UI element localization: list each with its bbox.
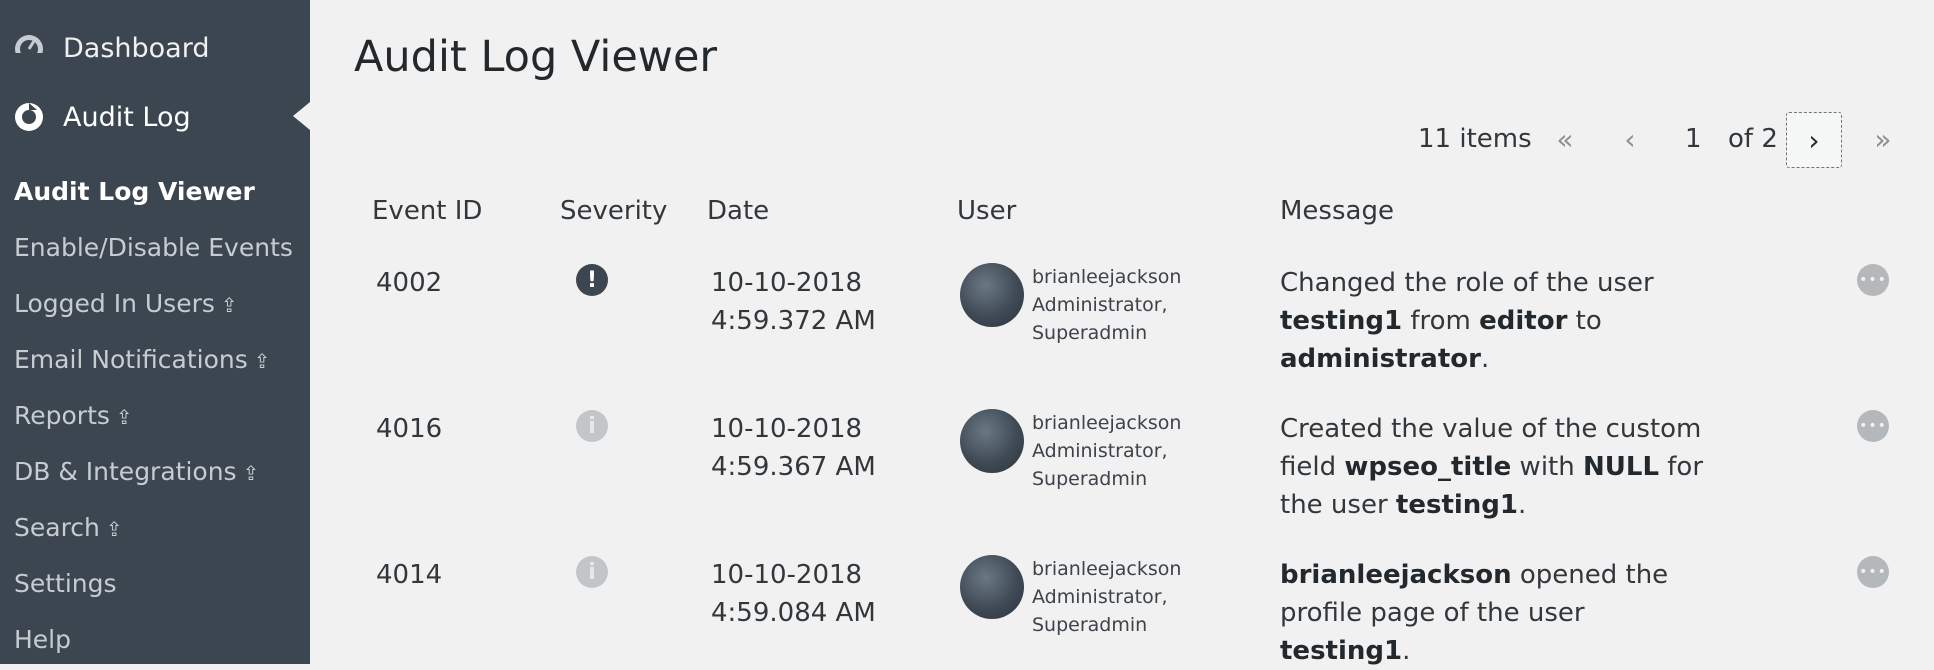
message-highlight: administrator [1280,344,1481,374]
total-pages: of 2 [1728,124,1778,154]
user-name[interactable]: brianleejackson [1032,555,1181,583]
user-role: Administrator, [1032,294,1168,316]
page-title: Audit Log Viewer [354,32,718,82]
event-id: 4016 [376,414,443,444]
user-role: Administrator, [1032,440,1168,462]
column-header-severity[interactable]: Severity [560,196,667,226]
message-highlight: brianleejackson [1280,560,1512,590]
severity-info-icon: i [576,410,608,442]
admin-sidebar: Dashboard Audit Log Audit Log Viewer Ena… [0,0,310,664]
user-role: Administrator, [1032,586,1168,608]
submenu-label: Search [14,513,100,542]
event-message: Changed the role of the user testing1 fr… [1280,264,1700,378]
submenu-label: Enable/Disable Events [14,233,293,262]
submenu-logged-in-users[interactable]: Logged In Users ⇪ [14,289,238,318]
user-role: Superadmin [1032,614,1148,636]
message-text: . [1518,490,1527,520]
event-id: 4002 [376,268,443,298]
user-role: Superadmin [1032,468,1148,490]
upgrade-icon: ⇪ [115,405,133,429]
prev-page-button[interactable]: ‹ [1603,112,1657,166]
more-options-icon[interactable]: ••• [1857,556,1889,588]
submenu-reports[interactable]: Reports ⇪ [14,401,133,430]
submenu-help[interactable]: Help [14,625,71,654]
submenu-email-notifications[interactable]: Email Notifications ⇪ [14,345,271,374]
message-highlight: editor [1479,306,1568,336]
column-header-date[interactable]: Date [707,196,769,226]
current-page-number: 1 [1685,124,1702,154]
menu-item-audit-log[interactable]: Audit Log [0,89,310,145]
column-header-user[interactable]: User [957,196,1016,226]
submenu-label: Logged In Users [14,289,215,318]
event-time: 4:59.084 AM [711,598,876,628]
message-text: . [1402,636,1411,666]
event-time: 4:59.372 AM [711,306,876,336]
user-info: brianleejackson Administrator, Superadmi… [1032,409,1181,493]
user-info: brianleejackson Administrator, Superadmi… [1032,263,1181,347]
menu-item-dashboard-label: Dashboard [63,32,210,64]
menu-item-dashboard[interactable]: Dashboard [0,20,310,76]
message-text: . [1480,344,1490,374]
submenu-settings[interactable]: Settings [14,569,117,598]
avatar [960,555,1024,619]
message-text: with [1511,452,1583,482]
event-date: 10-10-2018 [711,560,863,590]
event-time: 4:59.367 AM [711,452,876,482]
message-highlight: wpseo_title [1344,452,1512,482]
message-highlight: testing1 [1395,490,1519,520]
upgrade-icon: ⇪ [220,293,238,317]
severity-info-icon: i [576,556,608,588]
submenu-label: DB & Integrations [14,457,237,486]
submenu-audit-log-viewer[interactable]: Audit Log Viewer [14,177,255,206]
column-header-message[interactable]: Message [1280,196,1394,226]
submenu-search[interactable]: Search ⇪ [14,513,123,542]
event-id: 4014 [376,560,443,590]
event-message: brianleejackson opened the profile page … [1280,556,1720,670]
upgrade-icon: ⇪ [242,461,260,485]
submenu-label: Audit Log Viewer [14,177,255,206]
column-header-event-id[interactable]: Event ID [372,196,482,226]
message-highlight: NULL [1583,452,1660,482]
event-date: 10-10-2018 [711,414,863,444]
severity-critical-icon: ! [576,264,608,296]
item-count: 11 items [1418,124,1532,154]
upgrade-icon: ⇪ [105,517,123,541]
dashboard-icon [15,35,43,63]
user-role: Superadmin [1032,322,1148,344]
submenu-enable-disable-events[interactable]: Enable/Disable Events [14,233,293,262]
more-options-icon[interactable]: ••• [1857,264,1889,296]
upgrade-icon: ⇪ [253,349,271,373]
message-text: to [1567,306,1602,336]
message-text: Changed the role of the user [1280,268,1654,298]
avatar [960,409,1024,473]
submenu-label: Settings [14,569,117,598]
main-content: Audit Log Viewer 11 items « ‹ 1 of 2 › »… [310,0,1934,666]
avatar [960,263,1024,327]
message-text: from [1402,306,1480,336]
last-page-button[interactable]: » [1856,112,1910,166]
next-page-button[interactable]: › [1786,112,1842,168]
first-page-button[interactable]: « [1538,112,1592,166]
current-menu-arrow [293,102,310,130]
event-message: Created the value of the custom field wp… [1280,410,1720,524]
more-options-icon[interactable]: ••• [1857,410,1889,442]
user-name[interactable]: brianleejackson [1032,263,1181,291]
submenu-label: Email Notifications [14,345,248,374]
audit-log-icon [15,103,43,131]
menu-item-audit-log-label: Audit Log [63,101,191,133]
submenu-label: Help [14,625,71,654]
message-highlight: testing1 [1280,306,1403,336]
submenu-db-integrations[interactable]: DB & Integrations ⇪ [14,457,259,486]
event-date: 10-10-2018 [711,268,863,298]
submenu-label: Reports [14,401,110,430]
user-info: brianleejackson Administrator, Superadmi… [1032,555,1181,639]
user-name[interactable]: brianleejackson [1032,409,1181,437]
message-highlight: testing1 [1280,636,1403,666]
